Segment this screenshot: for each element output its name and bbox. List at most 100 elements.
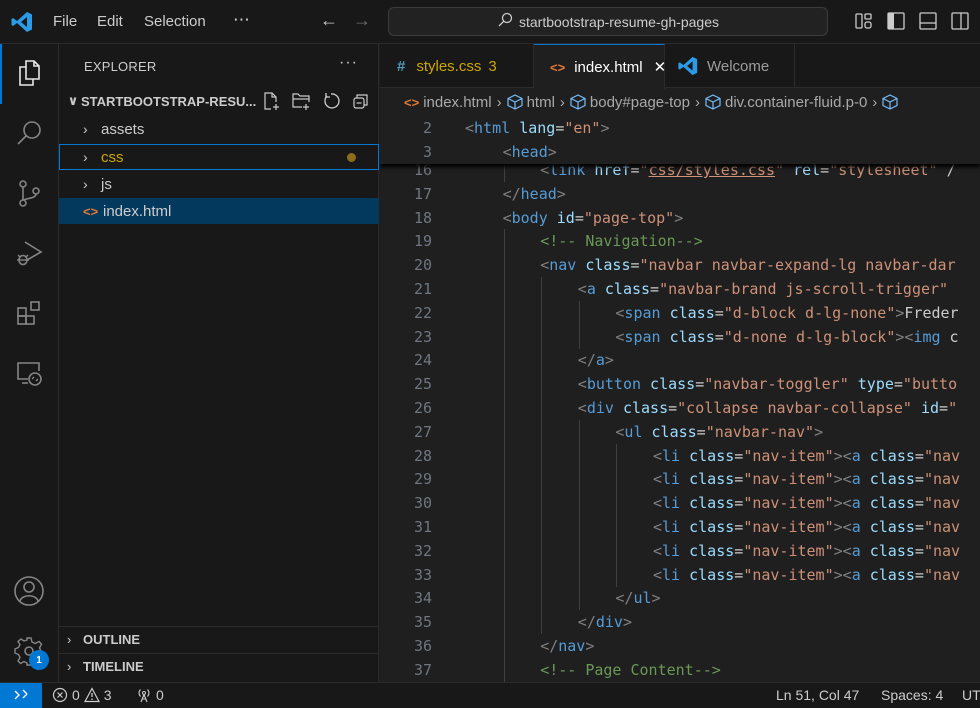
code-text: <li class="nav-item"><a class="nav [653,518,961,536]
workspace-folder-name: STARTBOOTSTRAP-RESU... [81,93,257,109]
outline-section[interactable]: › OUTLINE [59,626,379,652]
code-line[interactable]: 31 <li class="nav-item"><a class="nav [380,515,980,539]
code-line[interactable]: 26 <div class="collapse navbar-collapse" … [380,396,980,420]
remote-icon [13,687,29,706]
code-line[interactable]: 18 <body id="page-top"> [380,206,980,230]
editor-tabs: # styles.css 3 <> index.html ✕ Welcome [380,44,980,89]
breadcrumb-label: index.html [423,93,492,111]
code-line[interactable]: 20 <nav class="navbar navbar-expand-lg na… [380,253,980,278]
tree-folder-css[interactable]: › css [59,144,379,170]
code-line[interactable]: 22 <span class="d-block d-lg-none">Freder [380,300,980,325]
collapse-all-icon[interactable] [350,91,371,112]
indent-guide [503,443,505,468]
indent-guide [541,396,543,420]
code-text: </head> [502,184,566,203]
problems-indicator[interactable]: 0 3 [52,687,112,703]
problem-count-badge: 3 [488,57,497,75]
cursor-position[interactable]: Ln 51, Col 47 [776,687,859,703]
encoding[interactable]: UT [962,687,980,703]
remote-explorer-icon[interactable] [12,356,46,390]
tree-folder-assets[interactable]: › assets [59,116,379,142]
code-line[interactable]: 21 <a class="navbar-brand js-scroll-trigg… [380,277,980,301]
back-arrow-icon[interactable]: ← [320,10,338,31]
code-text: <div class="collapse navbar-collapse" id… [577,399,958,417]
html-file-icon: <> [404,94,420,110]
tab-label: Welcome [707,57,770,75]
code-line[interactable]: 27 <ul class="navbar-nav"> [380,419,980,444]
indent-guide [541,467,543,492]
remote-indicator[interactable] [0,683,42,708]
indent-guide [616,443,618,468]
code-line[interactable]: 2 <html lang="en"> [380,116,980,140]
code-line[interactable]: 30 <li class="nav-item"><a class="nav [380,491,980,516]
indentation[interactable]: Spaces: 4 [881,687,943,703]
indent-guide [541,586,543,611]
code-line[interactable]: 37 <!-- Page Content--> [380,657,980,682]
menu-selection[interactable]: Selection [144,13,206,30]
sidebar-more-button[interactable]: ··· [339,54,358,72]
breadcrumb-label: html [526,93,555,111]
code-line[interactable]: 29 <li class="nav-item"><a class="nav [380,467,980,492]
source-control-icon[interactable] [12,176,46,210]
code-line[interactable]: 32 <li class="nav-item"><a class="nav [380,538,980,563]
tab-styles-css[interactable]: # styles.css 3 [380,44,534,88]
toggle-primary-sidebar-icon[interactable] [886,11,906,31]
code-line[interactable]: 28 <li class="nav-item"><a class="nav [380,443,980,468]
line-number: 21 [413,280,432,298]
line-number: 32 [413,541,432,560]
line-number: 17 [413,184,432,203]
customize-layout-icon[interactable] [854,11,874,31]
menu-more[interactable]: ⋯ [233,10,250,30]
code-line[interactable]: 25 <button class="navbar-toggler" type="b… [380,372,980,397]
chevron-right-icon: › [872,93,878,111]
code-line[interactable]: 35 </div> [380,610,980,635]
menu-file[interactable]: File [53,13,77,30]
code-line[interactable]: 36 </nav> [380,634,980,658]
code-line[interactable]: 19 <!-- Navigation--> [380,229,980,254]
code-line[interactable]: 33 <li class="nav-item"><a class="nav [380,562,980,587]
indent-guide [541,324,543,349]
search-icon[interactable] [12,116,46,150]
indent-guide [541,372,543,397]
code-text: <li class="nav-item"><a class="nav [653,446,961,465]
indent-guide [541,491,543,516]
code-line[interactable]: 34 </ul> [380,586,980,611]
line-number: 2 [422,119,432,137]
line-number: 36 [413,637,432,655]
code-line[interactable]: 3 <head> [380,140,980,164]
title-bar: File Edit Selection ⋯ ← → startbootstrap… [0,0,980,44]
sticky-scroll-header[interactable]: 2 <html lang="en"> 3 <head> [380,116,980,164]
tab-welcome[interactable]: Welcome [665,44,795,88]
indent-guide [541,277,543,301]
timeline-section[interactable]: › TIMELINE [59,653,379,679]
indent-guide [578,467,580,492]
refresh-icon[interactable] [320,91,341,112]
code-line[interactable]: 17 </head> [380,182,980,206]
toggle-secondary-sidebar-icon[interactable] [950,11,970,31]
new-file-icon[interactable] [260,91,281,112]
tree-folder-js[interactable]: › js [59,171,379,197]
breadcrumb-item[interactable]: body#page-top [570,94,690,111]
breadcrumb-item[interactable]: <> index.html [404,94,492,111]
menu-edit[interactable]: Edit [97,13,123,30]
indent-guide [503,253,505,278]
run-and-debug-icon[interactable] [12,236,46,270]
tab-index-html[interactable]: <> index.html ✕ [534,44,666,89]
forward-arrow-icon[interactable]: → [353,10,371,31]
ports-indicator[interactable]: 0 [136,687,164,703]
new-folder-icon[interactable] [290,91,311,112]
command-center-search[interactable]: startbootstrap-resume-gh-pages [388,7,828,36]
breadcrumb-item[interactable] [882,94,898,110]
breadcrumb-item[interactable]: div.container-fluid.p-0 [705,94,867,111]
breadcrumb-item[interactable]: html [506,93,555,111]
extensions-icon[interactable] [12,296,46,330]
code-line[interactable]: 23 <span class="d-none d-lg-block"><img c [380,324,980,349]
code-line[interactable]: 24 </a> [380,348,980,373]
workspace-folder-header[interactable]: ∨ STARTBOOTSTRAP-RESU... [59,90,379,112]
modified-dot-icon [347,153,356,162]
toggle-panel-icon[interactable] [918,11,938,31]
explorer-icon[interactable] [12,56,46,90]
code-editor[interactable]: 2 <html lang="en"> 3 <head> 16 <link href="c… [380,116,980,682]
accounts-icon[interactable] [12,574,46,608]
tree-file-index-html[interactable]: <> index.html [59,198,379,224]
